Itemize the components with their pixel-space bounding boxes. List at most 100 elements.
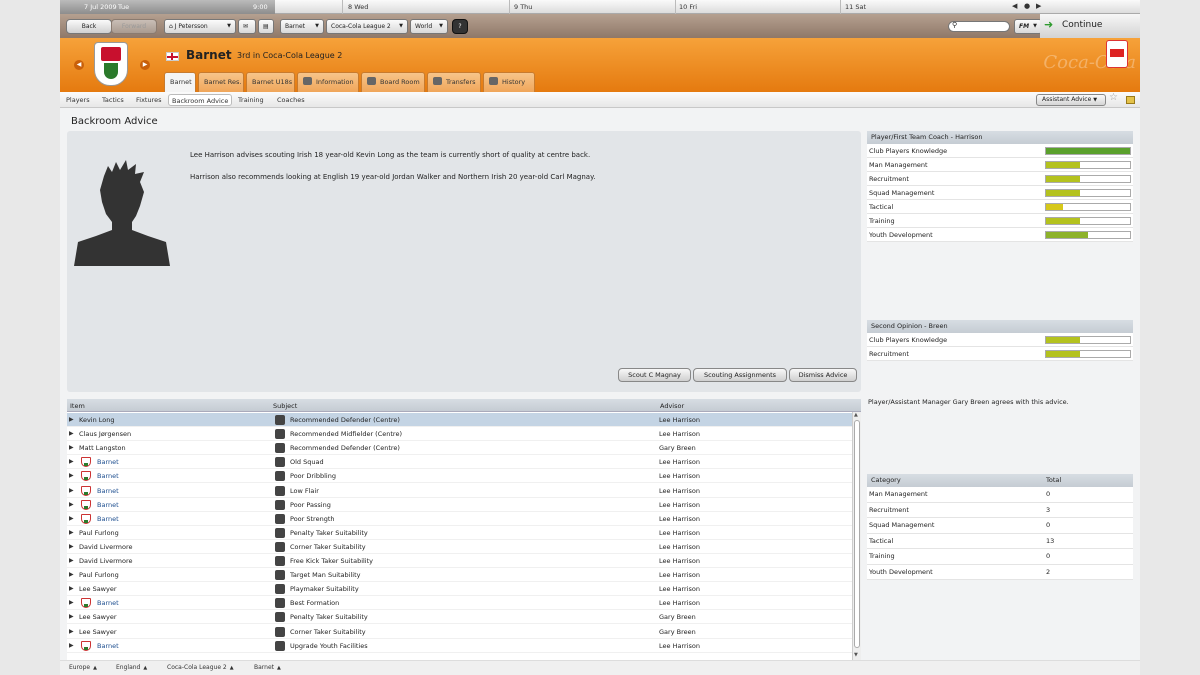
row-expand-icon[interactable]: ▶ [69, 571, 74, 578]
tab-board-room[interactable]: Board Room [361, 72, 425, 92]
row-expand-icon[interactable]: ▶ [69, 543, 74, 550]
breadcrumb-england[interactable]: England ▲ [116, 664, 147, 671]
row-expand-icon[interactable]: ▶ [69, 515, 74, 522]
row-item[interactable]: Lee Sawyer [79, 585, 117, 593]
table-row[interactable]: ▶ Claus Jørgensen Recommended Midfielder (… [67, 427, 852, 442]
category-row[interactable]: Squad Management 0 [867, 518, 1133, 534]
row-expand-icon[interactable]: ▶ [69, 430, 74, 437]
table-row[interactable]: ▶ Barnet Best Formation Lee Harrison [67, 596, 852, 611]
table-row[interactable]: ▶ Barnet Poor Passing Lee Harrison [67, 498, 852, 512]
subnav-coaches[interactable]: Coaches [274, 94, 308, 106]
world-dropdown[interactable]: World ▼ [410, 19, 448, 34]
table-row[interactable]: ▶ Barnet Poor Strength Lee Harrison [67, 512, 852, 526]
calendar-day-3[interactable]: 10 Fri [679, 3, 697, 11]
manager-dropdown[interactable]: ⌂ J Petersson ▼ [164, 19, 236, 34]
breadcrumb-club[interactable]: Barnet ▲ [254, 664, 281, 671]
calendar-day-1[interactable]: 8 Wed [348, 3, 368, 11]
row-expand-icon[interactable]: ▶ [69, 416, 74, 423]
row-item[interactable]: Barnet [97, 458, 119, 466]
scout-player-button[interactable]: Scout C Magnay [618, 368, 691, 382]
calendar-today-icon[interactable]: ● [1024, 2, 1030, 10]
table-row[interactable]: ▶ Paul Furlong Target Man Suitability Lee H… [67, 568, 852, 583]
table-row[interactable]: ▶ Lee Sawyer Playmaker Suitability Lee Harr… [67, 582, 852, 597]
table-row[interactable]: ▶ Barnet Poor Dribbling Lee Harrison [67, 469, 852, 484]
league-dropdown[interactable]: Coca-Cola League 2 ▼ [326, 19, 408, 34]
row-item[interactable]: Paul Furlong [79, 529, 119, 537]
row-item[interactable]: Lee Sawyer [79, 628, 117, 636]
tab-history[interactable]: History [483, 72, 535, 92]
calendar-prev-icon[interactable]: ◀ [1012, 2, 1017, 10]
breadcrumb-league[interactable]: Coca-Cola League 2 ▲ [167, 664, 234, 671]
club-dropdown[interactable]: Barnet ▼ [280, 19, 324, 34]
row-item[interactable]: Claus Jørgensen [79, 430, 131, 438]
row-expand-icon[interactable]: ▶ [69, 487, 74, 494]
column-header-advisor[interactable]: Advisor [660, 402, 684, 410]
table-row[interactable]: ▶ Barnet Upgrade Youth Facilities Lee Harri… [67, 639, 852, 653]
row-expand-icon[interactable]: ▶ [69, 585, 74, 592]
row-item[interactable]: David Livermore [79, 557, 133, 565]
tab-information[interactable]: Information [297, 72, 359, 92]
tab-barnet[interactable]: Barnet [164, 72, 196, 92]
next-club-icon[interactable]: ▶ [140, 60, 150, 70]
forward-button[interactable]: Forward [111, 19, 157, 34]
subnav-players[interactable]: Players [63, 94, 93, 106]
category-row[interactable]: Training 0 [867, 549, 1133, 565]
tab-transfers[interactable]: Transfers [427, 72, 481, 92]
table-row[interactable]: ▶ Matt Langston Recommended Defender (Cent… [67, 441, 852, 456]
subnav-backroom-advice[interactable]: Backroom Advice [168, 94, 233, 106]
scroll-down-icon[interactable]: ▼ [854, 652, 858, 658]
row-expand-icon[interactable]: ▶ [69, 529, 74, 536]
previous-club-icon[interactable]: ◀ [74, 60, 84, 70]
row-item[interactable]: Barnet [97, 487, 119, 495]
column-header-item[interactable]: Item [70, 402, 85, 410]
category-row[interactable]: Youth Development 2 [867, 564, 1133, 580]
table-row[interactable]: ▶ David Livermore Free Kick Taker Suitabil… [67, 554, 852, 568]
row-item[interactable]: Barnet [97, 599, 119, 607]
table-row[interactable]: ▶ Kevin Long Recommended Defender (Centre)… [67, 413, 852, 427]
row-expand-icon[interactable]: ▶ [69, 599, 74, 606]
category-row[interactable]: Tactical 13 [867, 533, 1133, 549]
row-item[interactable]: Barnet [97, 501, 119, 509]
favourite-star-icon[interactable]: ☆ [1109, 92, 1118, 103]
category-row[interactable]: Recruitment 3 [867, 502, 1133, 518]
dismiss-advice-button[interactable]: Dismiss Advice [789, 368, 857, 382]
help-button[interactable]: ? [452, 19, 468, 34]
calendar-next-icon[interactable]: ▶ [1036, 2, 1041, 10]
row-item[interactable]: Barnet [97, 472, 119, 480]
row-item[interactable]: Paul Furlong [79, 571, 119, 579]
tab-barnet-u18s[interactable]: Barnet U18s [246, 72, 295, 92]
breadcrumb-europe[interactable]: Europe ▲ [69, 664, 97, 671]
continue-button[interactable]: ➜ Continue [1040, 14, 1140, 38]
calendar-day-4[interactable]: 11 Sat [845, 3, 866, 11]
notes-button[interactable]: ▤ [258, 19, 274, 34]
row-expand-icon[interactable]: ▶ [69, 501, 74, 508]
subnav-fixtures[interactable]: Fixtures [133, 94, 165, 106]
calendar-day-2[interactable]: 9 Thu [514, 3, 532, 11]
row-expand-icon[interactable]: ▶ [69, 642, 74, 649]
table-row[interactable]: ▶ Lee Sawyer Corner Taker Suitability Gary … [67, 625, 852, 639]
add-note-icon[interactable] [1126, 96, 1135, 104]
assistant-advice-dropdown[interactable]: Assistant Advice ▼ [1036, 94, 1106, 106]
row-expand-icon[interactable]: ▶ [69, 613, 74, 620]
row-expand-icon[interactable]: ▶ [69, 458, 74, 465]
fm-menu-button[interactable]: FM ▼ [1014, 19, 1042, 34]
column-header-subject[interactable]: Subject [273, 402, 297, 410]
row-item[interactable]: David Livermore [79, 543, 133, 551]
scroll-up-icon[interactable]: ▲ [854, 412, 858, 418]
search-input[interactable]: ⚲ [948, 21, 1010, 32]
row-item[interactable]: Barnet [97, 515, 119, 523]
table-row[interactable]: ▶ Barnet Old Squad Lee Harrison [67, 455, 852, 470]
row-expand-icon[interactable]: ▶ [69, 472, 74, 479]
table-row[interactable]: ▶ Lee Sawyer Penalty Taker Suitability Gary… [67, 610, 852, 625]
row-item[interactable]: Kevin Long [79, 416, 115, 424]
table-row[interactable]: ▶ David Livermore Corner Taker Suitability… [67, 540, 852, 554]
row-expand-icon[interactable]: ▶ [69, 444, 74, 451]
table-scrollbar[interactable]: ▲ ▼ [852, 412, 861, 660]
column-header-total[interactable]: Total [1046, 474, 1061, 487]
scouting-assignments-button[interactable]: Scouting Assignments [693, 368, 787, 382]
category-row[interactable]: Man Management 0 [867, 487, 1133, 503]
column-header-category[interactable]: Category [871, 476, 901, 484]
table-row[interactable]: ▶ Barnet Low Flair Lee Harrison [67, 484, 852, 498]
row-expand-icon[interactable]: ▶ [69, 557, 74, 564]
tab-barnet-reserves[interactable]: Barnet Res. [198, 72, 244, 92]
